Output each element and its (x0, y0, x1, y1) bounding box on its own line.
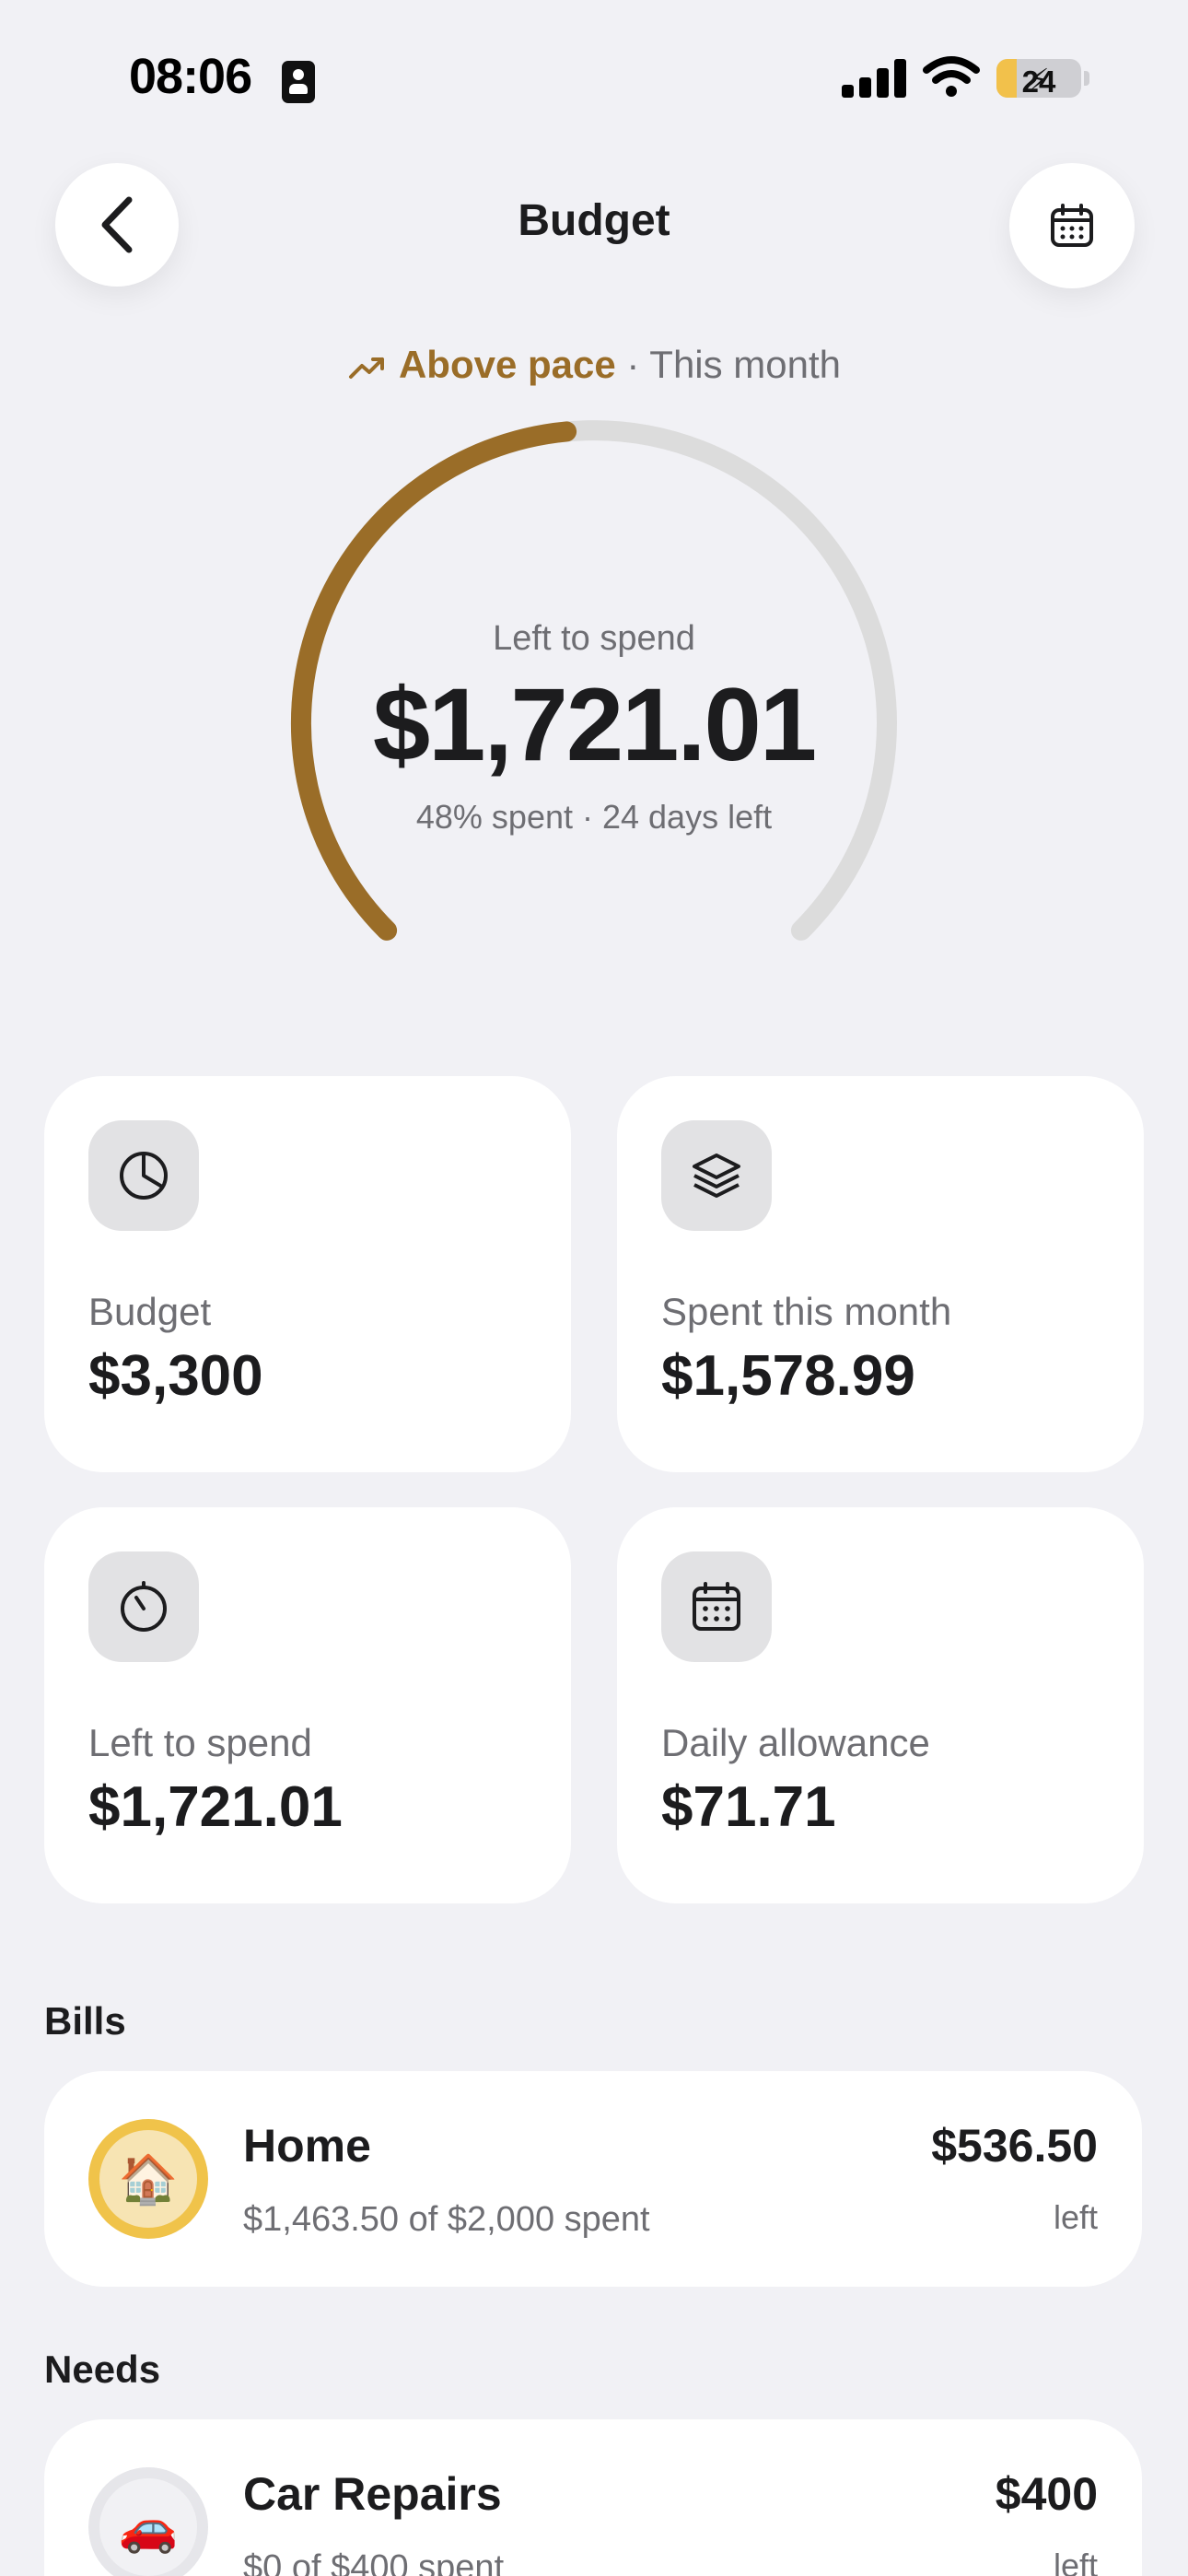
section-title-bills: Bills (44, 1999, 126, 2043)
stat-card-budget[interactable]: Budget $3,300 (44, 1076, 571, 1472)
gauge-subtitle: 48% spent · 24 days left (415, 798, 773, 836)
battery-icon: 24 ⚡ (996, 59, 1081, 98)
status-bar: 08:06 24 ⚡ (0, 0, 1188, 157)
contact-card-icon (282, 61, 315, 103)
item-name: Home (243, 2120, 371, 2172)
stat-label: Daily allowance (661, 1721, 930, 1764)
item-name: Car Repairs (243, 2468, 502, 2520)
item-amount-left: $536.50 (931, 2120, 1098, 2172)
trending-up-icon (348, 357, 384, 379)
stat-value: $3,300 (88, 1344, 263, 1408)
item-left-label: left (1053, 2198, 1098, 2236)
pace-status: Above pace (398, 343, 616, 386)
layers-icon (661, 1120, 772, 1231)
calendar-button[interactable] (1009, 163, 1135, 288)
stat-value: $1,578.99 (661, 1344, 915, 1408)
item-progress-text: $1,463.50 of $2,000 spent (243, 2200, 650, 2239)
section-title-needs: Needs (44, 2348, 161, 2391)
stat-card-spent[interactable]: Spent this month $1,578.99 (617, 1076, 1144, 1472)
calendar-icon (661, 1551, 772, 1662)
stat-card-daily[interactable]: Daily allowance $71.71 (617, 1507, 1144, 1903)
budget-item-car-repairs[interactable]: 🚗 Car Repairs $0 of $400 spent $400 left (44, 2419, 1142, 2576)
item-progress-text: $0 of $400 spent (243, 2548, 505, 2576)
category-progress-ring: 🏠 (88, 2119, 208, 2239)
stat-card-left[interactable]: Left to spend $1,721.01 (44, 1507, 571, 1903)
home-icon: 🏠 (99, 2130, 197, 2228)
stat-label: Left to spend (88, 1721, 312, 1764)
timer-icon (88, 1551, 199, 1662)
stat-value: $71.71 (661, 1775, 836, 1839)
calendar-icon (1051, 204, 1093, 247)
pace-period: · This month (626, 343, 842, 386)
stat-value: $1,721.01 (88, 1775, 343, 1839)
gauge-value: $1,721.01 (372, 667, 817, 782)
pie-chart-icon (88, 1120, 199, 1231)
status-time: 08:06 (129, 49, 252, 104)
stat-label: Budget (88, 1290, 212, 1333)
wifi-icon (923, 56, 980, 97)
item-amount-left: $400 (995, 2468, 1098, 2520)
gauge-label: Left to spend (493, 619, 695, 658)
battery-level: 24 ⚡ (1021, 63, 1056, 98)
cellular-signal-icon (842, 57, 906, 98)
car-icon: 🚗 (99, 2478, 197, 2576)
pace-indicator: Above pace · This month (0, 343, 1188, 388)
item-left-label: left (1053, 2547, 1098, 2576)
category-progress-ring: 🚗 (88, 2467, 208, 2576)
stat-label: Spent this month (661, 1290, 952, 1333)
budget-item-home[interactable]: 🏠 Home $1,463.50 of $2,000 spent $536.50… (44, 2071, 1142, 2287)
